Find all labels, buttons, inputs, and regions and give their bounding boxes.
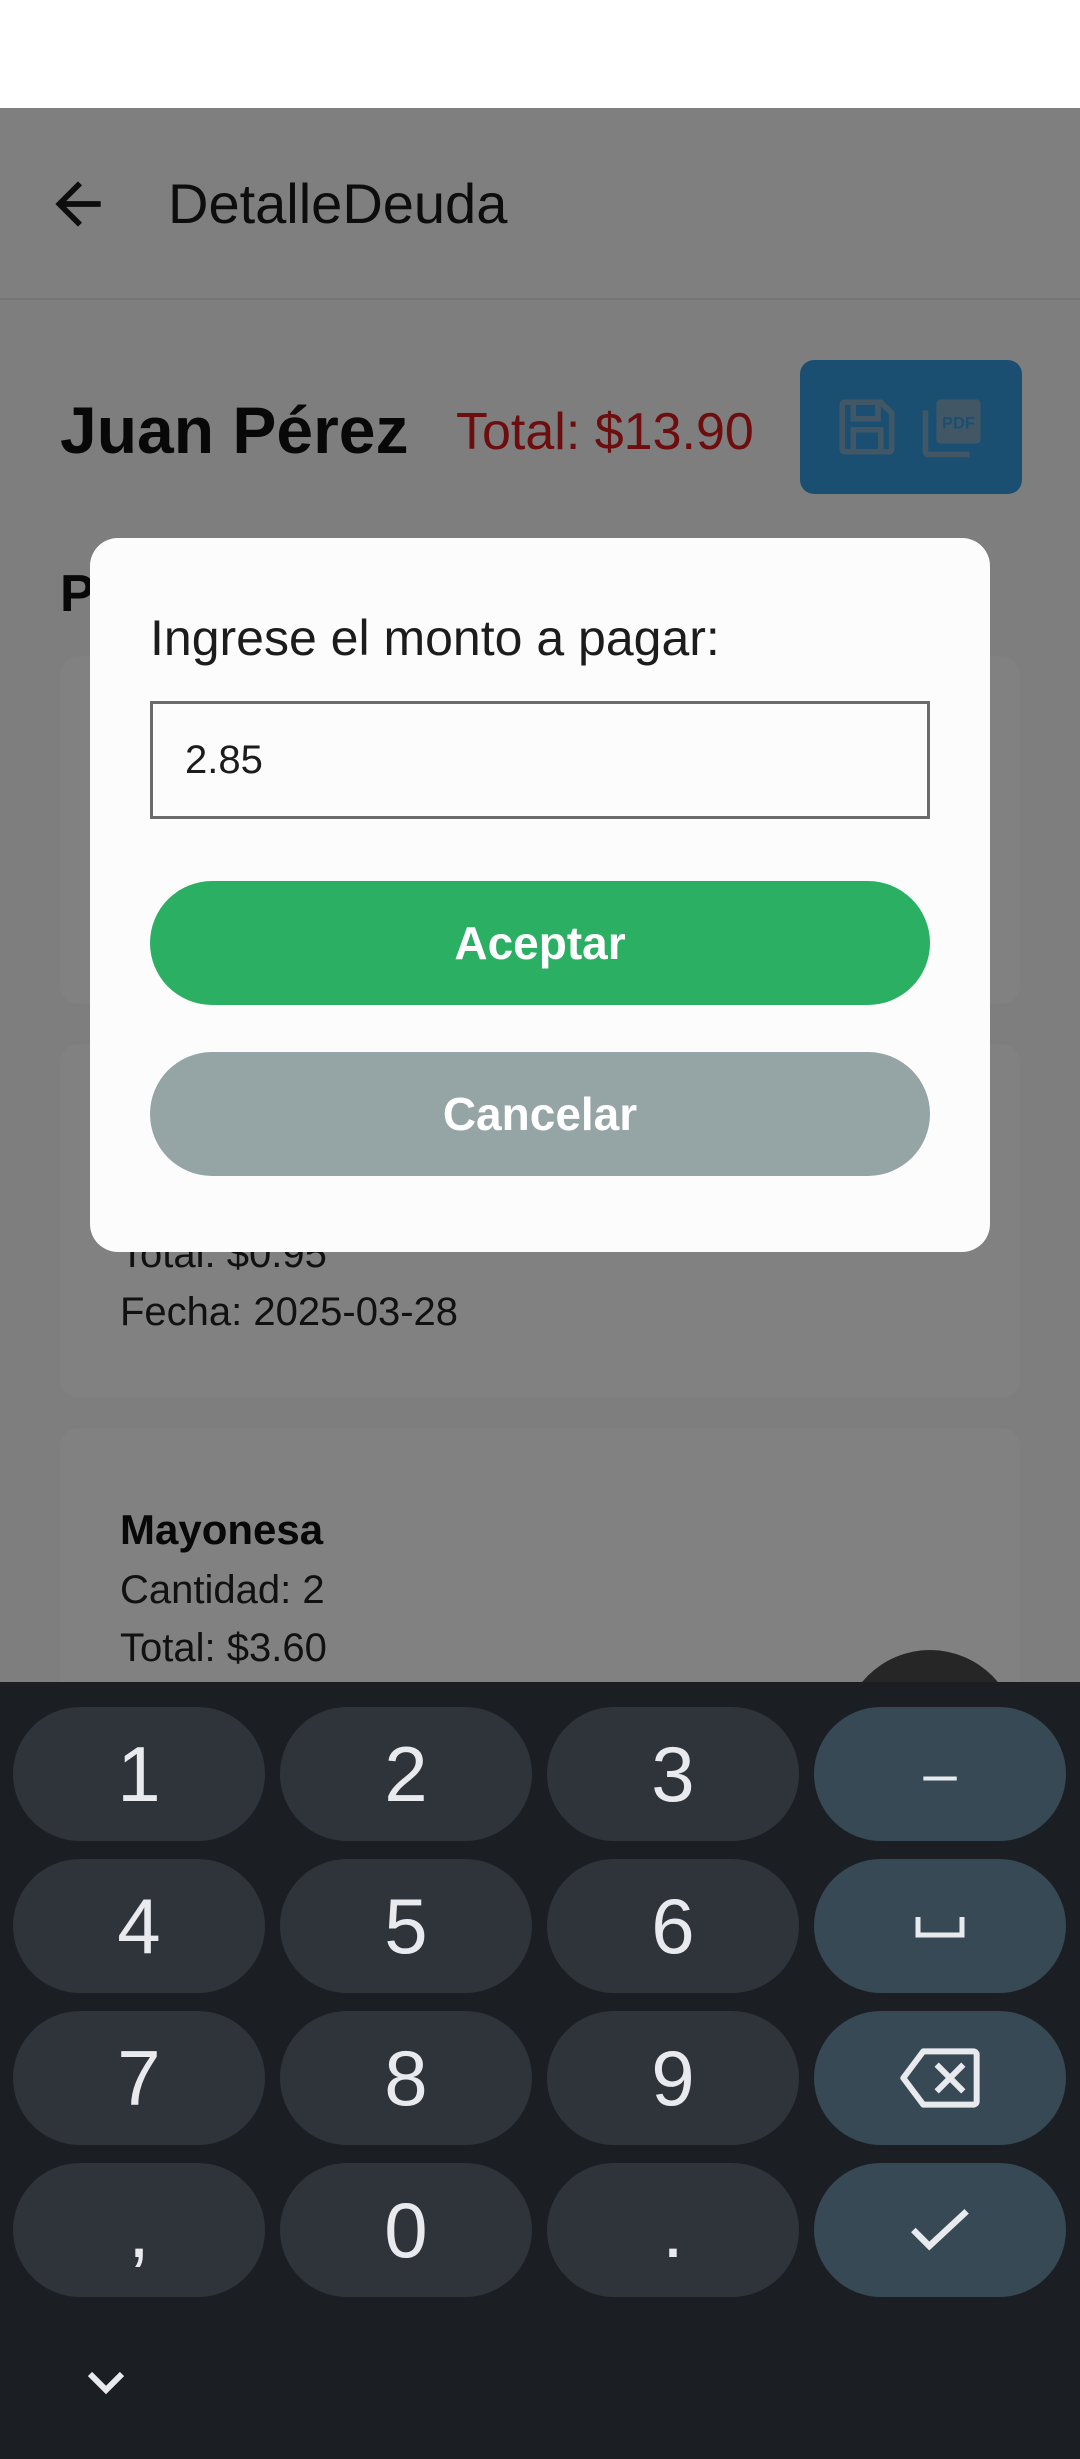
key-comma[interactable]: , <box>13 2163 265 2297</box>
amount-input[interactable] <box>150 701 930 819</box>
payment-dialog: Ingrese el monto a pagar: Aceptar Cancel… <box>90 538 990 1252</box>
key-9[interactable]: 9 <box>547 2011 799 2145</box>
key-4[interactable]: 4 <box>13 1859 265 1993</box>
key-minus[interactable]: – <box>814 1707 1066 1841</box>
backspace-icon <box>900 2048 980 2108</box>
key-8[interactable]: 8 <box>280 2011 532 2145</box>
key-1[interactable]: 1 <box>13 1707 265 1841</box>
accept-button[interactable]: Aceptar <box>150 881 930 1005</box>
key-backspace[interactable] <box>814 2011 1066 2145</box>
space-icon <box>915 1917 965 1938</box>
checkmark-icon <box>911 2208 969 2251</box>
key-7[interactable]: 7 <box>13 2011 265 2145</box>
dialog-prompt: Ingrese el monto a pagar: <box>150 610 720 666</box>
key-6[interactable]: 6 <box>547 1859 799 1993</box>
key-0[interactable]: 0 <box>280 2163 532 2297</box>
key-space[interactable] <box>814 1859 1066 1993</box>
key-3[interactable]: 3 <box>547 1707 799 1841</box>
key-done[interactable] <box>814 2163 1066 2297</box>
status-bar <box>0 0 1080 108</box>
cancel-button[interactable]: Cancelar <box>150 1052 930 1176</box>
key-5[interactable]: 5 <box>280 1859 532 1993</box>
chevron-down-icon[interactable] <box>86 2370 126 2398</box>
numeric-keyboard: 1 2 3 – 4 5 6 7 8 9 , 0 . <box>0 1682 1080 2459</box>
key-period[interactable]: . <box>547 2163 799 2297</box>
key-2[interactable]: 2 <box>280 1707 532 1841</box>
